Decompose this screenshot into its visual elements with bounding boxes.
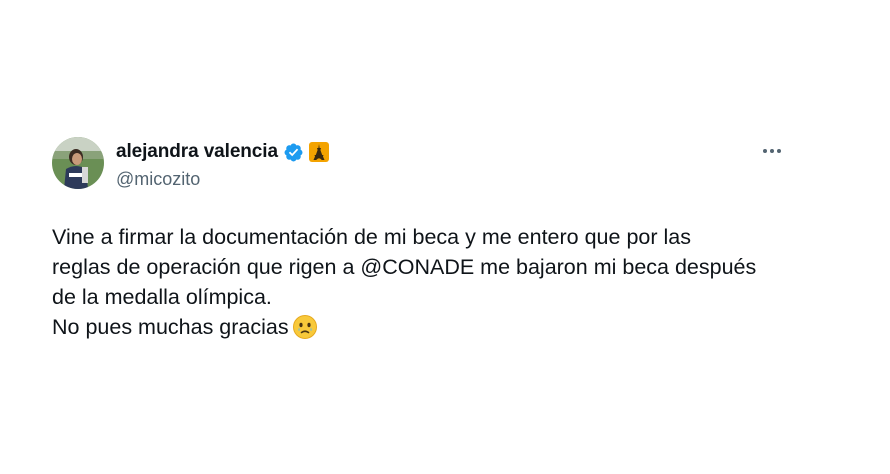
tweet-line: reglas de operación que rigen a @CONADE …	[52, 255, 757, 279]
tweet-line-text: No pues muchas gracias	[52, 315, 289, 339]
profile-photo-icon	[52, 137, 104, 189]
verified-badge-icon[interactable]	[283, 142, 304, 163]
avatar[interactable]	[52, 137, 104, 189]
tweet-line-last: No pues muchas gracias	[52, 312, 812, 342]
tweet-line: Vine a firmar la documentación de mi bec…	[52, 225, 691, 249]
tweet-text: Vine a firmar la documentación de mi bec…	[52, 222, 812, 342]
display-name[interactable]: alejandra valencia	[116, 141, 278, 163]
eiffel-tower-icon[interactable]	[308, 142, 329, 162]
more-horizontal-icon[interactable]	[760, 144, 784, 158]
tweet-card: alejandra valencia @micozito Vine a firm…	[0, 0, 890, 474]
user-handle[interactable]: @micozito	[116, 169, 200, 190]
user-name-row: alejandra valencia	[116, 141, 329, 163]
tweet-line: de la medalla olímpica.	[52, 285, 272, 309]
face-holding-back-tears-icon	[292, 315, 317, 339]
